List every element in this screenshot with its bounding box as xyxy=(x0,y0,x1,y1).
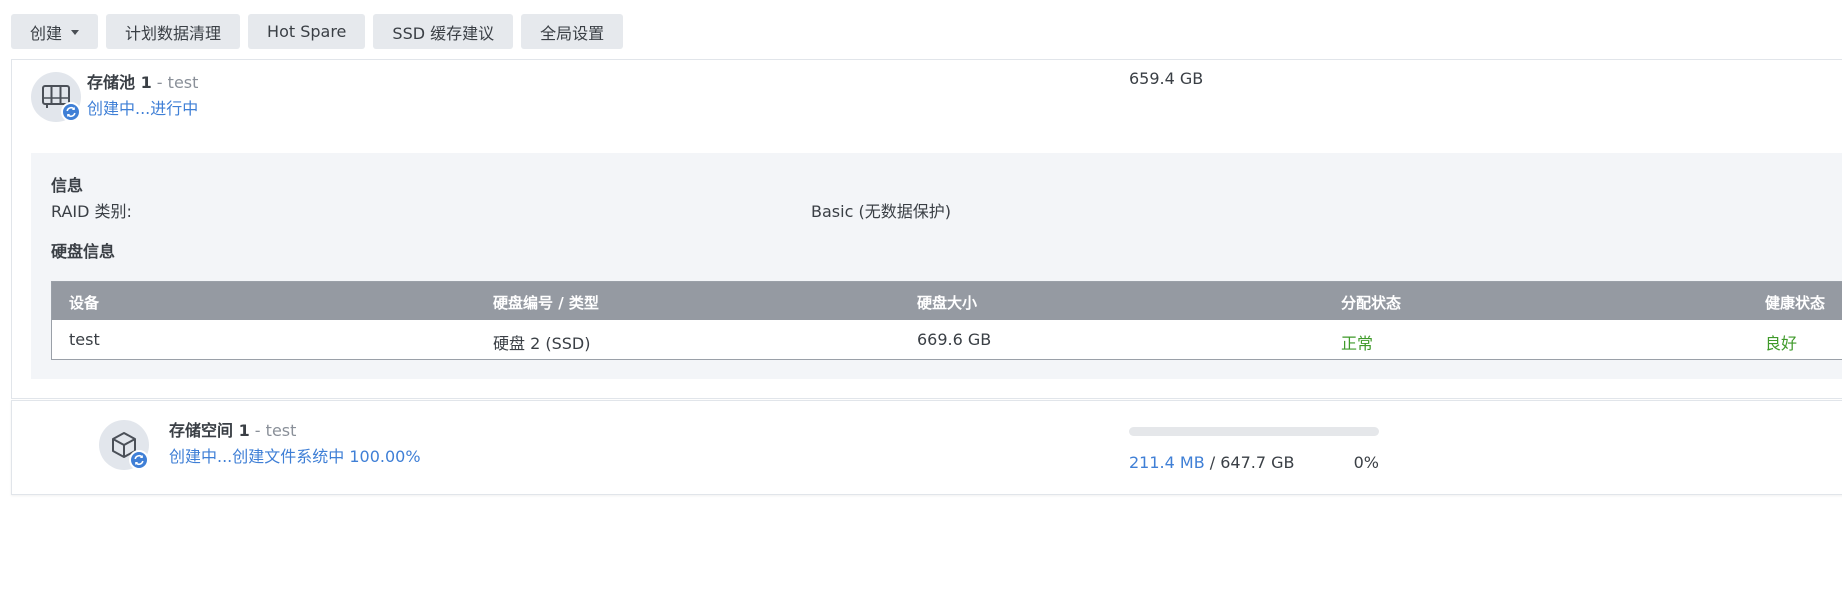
col-disk-id-header[interactable]: 硬盘编号 / 类型 xyxy=(493,292,599,313)
nas-drive-icon xyxy=(31,72,81,122)
col-allocation-header[interactable]: 分配状态 xyxy=(1341,292,1401,313)
ssd-cache-advice-button[interactable]: SSD 缓存建议 xyxy=(373,14,514,49)
cell-allocation-status: 正常 xyxy=(1341,334,1374,353)
volume-usage-separator: / xyxy=(1204,453,1221,472)
schedule-scrub-button[interactable]: 计划数据清理 xyxy=(106,14,241,49)
pool-info-section: 信息 RAID 类别: Basic (无数据保护) 硬盘信息 设备 硬盘编号 /… xyxy=(31,153,1842,379)
caret-down-icon xyxy=(71,30,80,35)
volume-usage-percent: 0% xyxy=(1353,453,1379,472)
pool-name: 存储池 1 xyxy=(87,73,152,92)
raid-type-label: RAID 类别: xyxy=(51,202,132,221)
cell-health-status: 良好 xyxy=(1765,334,1798,353)
volume-title-separator: - xyxy=(249,421,266,440)
volume-usage: 211.4 MB / 647.7 GB xyxy=(1129,453,1295,472)
storage-pool-panel[interactable]: 存储池 1 - test 创建中...进行中 659.4 GB 信息 RAID … xyxy=(11,59,1842,399)
info-heading: 信息 xyxy=(51,176,84,195)
pool-size: 659.4 GB xyxy=(1129,69,1204,88)
pool-description: test xyxy=(167,73,199,92)
create-button[interactable]: 创建 xyxy=(11,14,99,49)
volume-total: 647.7 GB xyxy=(1220,453,1295,472)
volume-name: 存储空间 1 xyxy=(169,421,250,440)
cell-device: test xyxy=(69,330,100,349)
volume-status[interactable]: 创建中...创建文件系统中 100.00% xyxy=(169,443,421,467)
disk-table-header: 设备 硬盘编号 / 类型 硬盘大小 分配状态 健康状态 xyxy=(52,282,1842,320)
volume-description: test xyxy=(265,421,297,440)
sync-icon xyxy=(61,102,81,122)
disk-info-heading: 硬盘信息 xyxy=(51,242,116,261)
volume-title: 存储空间 1 - test xyxy=(169,417,296,441)
sync-icon xyxy=(129,450,149,470)
volume-usage-progress-bar xyxy=(1129,427,1379,436)
toolbar: 创建 计划数据清理 Hot Spare SSD 缓存建议 全局设置 xyxy=(11,14,624,49)
raid-type-value: Basic (无数据保护) xyxy=(811,202,951,221)
global-settings-button[interactable]: 全局设置 xyxy=(521,14,624,49)
disk-table: 设备 硬盘编号 / 类型 硬盘大小 分配状态 健康状态 test 硬盘 2 (S… xyxy=(51,281,1842,360)
cube-icon xyxy=(99,420,149,470)
col-health-header[interactable]: 健康状态 xyxy=(1765,292,1825,313)
hot-spare-button[interactable]: Hot Spare xyxy=(248,14,366,49)
volume-used: 211.4 MB xyxy=(1129,453,1205,472)
pool-status[interactable]: 创建中...进行中 xyxy=(87,95,198,119)
cell-disk-size: 669.6 GB xyxy=(917,330,992,349)
col-device-header[interactable]: 设备 xyxy=(69,292,99,313)
create-button-label: 创建 xyxy=(30,23,63,43)
cell-disk-id: 硬盘 2 (SSD) xyxy=(493,334,591,353)
table-row[interactable]: test 硬盘 2 (SSD) 669.6 GB 正常 良好 xyxy=(52,320,1842,359)
volume-panel[interactable]: 存储空间 1 - test 创建中...创建文件系统中 100.00% 211.… xyxy=(11,400,1842,495)
pool-title: 存储池 1 - test xyxy=(87,69,198,93)
pool-title-separator: - xyxy=(151,73,168,92)
col-disk-size-header[interactable]: 硬盘大小 xyxy=(917,292,977,313)
